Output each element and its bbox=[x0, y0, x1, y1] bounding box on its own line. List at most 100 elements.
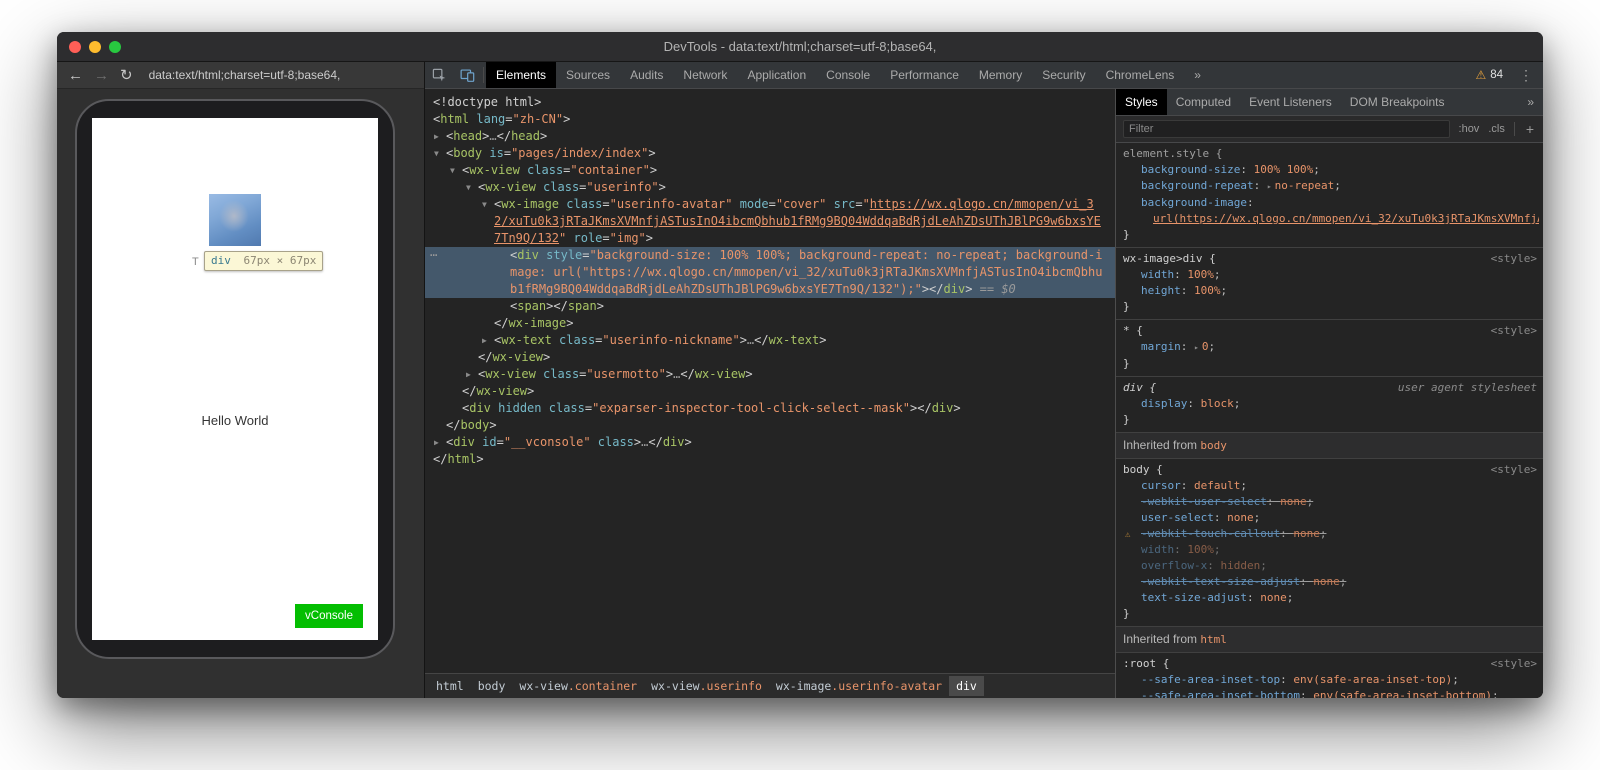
tab-console[interactable]: Console bbox=[816, 62, 880, 88]
breadcrumb-item-wx-image-userinfo-avatar[interactable]: wx-image.userinfo-avatar bbox=[769, 676, 949, 696]
tab-security[interactable]: Security bbox=[1032, 62, 1095, 88]
style-property[interactable]: height: 100%; bbox=[1123, 283, 1539, 299]
zoom-window-button[interactable] bbox=[109, 41, 121, 53]
rule-selector[interactable]: wx-image>div { bbox=[1123, 251, 1539, 267]
vconsole-button[interactable]: vConsole bbox=[295, 604, 363, 628]
tab-memory[interactable]: Memory bbox=[969, 62, 1032, 88]
expand-arrow-icon[interactable]: ▶ bbox=[434, 128, 439, 145]
style-property[interactable]: -webkit-user-select: none; bbox=[1123, 494, 1539, 510]
collapse-arrow-icon[interactable]: ▼ bbox=[466, 179, 471, 196]
stylesheet-origin-link[interactable]: user agent stylesheet bbox=[1398, 380, 1537, 396]
inspect-element-icon[interactable] bbox=[425, 62, 453, 88]
more-sidebar-tabs-icon[interactable]: » bbox=[1518, 89, 1543, 115]
titlebar[interactable]: DevTools - data:text/html;charset=utf-8;… bbox=[57, 32, 1543, 62]
device-screen[interactable]: T div 67px × 67px Hello World vConsole bbox=[92, 118, 378, 640]
dom-tree-line[interactable]: </wx-image> bbox=[425, 315, 1115, 332]
address-url[interactable]: data:text/html;charset=utf-8;base64, bbox=[149, 68, 341, 82]
dom-tree-line[interactable]: <div hidden class="exparser-inspector-to… bbox=[425, 400, 1115, 417]
stylesheet-origin-link[interactable]: <style> bbox=[1491, 251, 1537, 267]
dom-tree-line[interactable]: <span></span> bbox=[425, 298, 1115, 315]
warnings-badge[interactable]: ⚠ 84 bbox=[1475, 68, 1503, 82]
toggle-element-classes-button[interactable]: .cls bbox=[1488, 123, 1505, 135]
dom-tree-line[interactable]: </wx-view> bbox=[425, 383, 1115, 400]
dom-tree-line[interactable]: ▼<body is="pages/index/index"> bbox=[425, 145, 1115, 162]
style-property[interactable]: width: 100%; bbox=[1123, 542, 1539, 558]
dom-tree-line[interactable]: <html lang="zh-CN"> bbox=[425, 111, 1115, 128]
breadcrumb-item-html[interactable]: html bbox=[429, 676, 471, 696]
more-tabs-icon[interactable]: » bbox=[1184, 62, 1211, 88]
tab-elements[interactable]: Elements bbox=[486, 62, 556, 88]
dom-tree-line[interactable]: ▶<div id="__vconsole" class>…</div> bbox=[425, 434, 1115, 451]
inherited-from-node-link[interactable]: html bbox=[1200, 633, 1227, 646]
tab-chromelens[interactable]: ChromeLens bbox=[1096, 62, 1185, 88]
dom-tree-line[interactable]: ▼<wx-view class="userinfo"> bbox=[425, 179, 1115, 196]
style-property[interactable]: background-repeat: ▸no-repeat; bbox=[1123, 178, 1539, 195]
style-property[interactable]: background-size: 100% 100%; bbox=[1123, 162, 1539, 178]
stylesheet-origin-link[interactable]: <style> bbox=[1491, 323, 1537, 339]
close-window-button[interactable] bbox=[69, 41, 81, 53]
dom-tree-line[interactable]: </html> bbox=[425, 451, 1115, 468]
collapse-arrow-icon[interactable]: ▼ bbox=[482, 196, 487, 213]
more-options-icon[interactable]: ⋮ bbox=[1519, 67, 1533, 84]
node-menu-icon[interactable]: ⋯ bbox=[430, 247, 437, 264]
style-property[interactable]: cursor: default; bbox=[1123, 478, 1539, 494]
expand-value-icon[interactable]: ▸ bbox=[1194, 343, 1199, 352]
tab-network[interactable]: Network bbox=[673, 62, 737, 88]
style-property[interactable]: ⚠-webkit-touch-callout: none; bbox=[1123, 526, 1539, 542]
style-property[interactable]: width: 100%; bbox=[1123, 267, 1539, 283]
style-property[interactable]: user-select: none; bbox=[1123, 510, 1539, 526]
back-button[interactable]: ← bbox=[68, 68, 83, 83]
style-property[interactable]: display: block; bbox=[1123, 396, 1539, 412]
expand-value-icon[interactable]: ▸ bbox=[1267, 182, 1272, 191]
breadcrumb-item-div[interactable]: div bbox=[949, 676, 984, 696]
reload-button[interactable]: ↻ bbox=[120, 68, 133, 83]
tab-computed[interactable]: Computed bbox=[1167, 89, 1240, 115]
property-value-link[interactable]: url(https://wx.qlogo.cn/mmopen/vi_32/xuT… bbox=[1153, 212, 1539, 225]
dom-tree-line[interactable]: </body> bbox=[425, 417, 1115, 434]
rule-selector[interactable]: :root { bbox=[1123, 656, 1539, 672]
style-property[interactable]: --safe-area-inset-top: env(safe-area-ins… bbox=[1123, 672, 1539, 688]
dom-tree-line[interactable]: ▼<wx-view class="container"> bbox=[425, 162, 1115, 179]
rule-selector[interactable]: body { bbox=[1123, 462, 1539, 478]
tab-application[interactable]: Application bbox=[737, 62, 816, 88]
device-toolbar-icon[interactable] bbox=[453, 62, 481, 88]
dom-tree-line[interactable]: ▶<head>…</head> bbox=[425, 128, 1115, 145]
tab-performance[interactable]: Performance bbox=[880, 62, 969, 88]
new-style-rule-button[interactable]: + bbox=[1524, 121, 1536, 137]
forward-button[interactable]: → bbox=[94, 68, 109, 83]
rule-selector[interactable]: element.style { bbox=[1123, 146, 1539, 162]
breadcrumb-item-wx-view-container[interactable]: wx-view.container bbox=[512, 676, 644, 696]
dom-tree-line[interactable]: ▶<wx-view class="usermotto">…</wx-view> bbox=[425, 366, 1115, 383]
tab-event-listeners[interactable]: Event Listeners bbox=[1240, 89, 1341, 115]
dom-tree-line[interactable]: ▼<wx-image class="userinfo-avatar" mode=… bbox=[425, 196, 1115, 247]
styles-filter-input[interactable] bbox=[1123, 120, 1450, 138]
minimize-window-button[interactable] bbox=[89, 41, 101, 53]
stylesheet-origin-link[interactable]: <style> bbox=[1491, 462, 1537, 478]
inherited-from-node-link[interactable]: body bbox=[1200, 439, 1227, 452]
toggle-hover-state-button[interactable]: :hov bbox=[1459, 123, 1480, 135]
breadcrumb-item-body[interactable]: body bbox=[471, 676, 513, 696]
dom-tree-line[interactable]: ⋯<div style="background-size: 100% 100%;… bbox=[425, 247, 1115, 298]
dom-tree-line[interactable]: </wx-view> bbox=[425, 349, 1115, 366]
tab-styles[interactable]: Styles bbox=[1116, 89, 1167, 115]
avatar-image[interactable] bbox=[209, 194, 261, 246]
expand-arrow-icon[interactable]: ▶ bbox=[466, 366, 471, 383]
dom-tree-line[interactable]: <!doctype html> bbox=[425, 94, 1115, 111]
style-property[interactable]: margin: ▸0; bbox=[1123, 339, 1539, 356]
collapse-arrow-icon[interactable]: ▼ bbox=[434, 145, 439, 162]
expand-arrow-icon[interactable]: ▶ bbox=[482, 332, 487, 349]
style-property[interactable]: --safe-area-inset-bottom: env(safe-area-… bbox=[1123, 688, 1539, 698]
stylesheet-origin-link[interactable]: <style> bbox=[1491, 656, 1537, 672]
collapse-arrow-icon[interactable]: ▼ bbox=[450, 162, 455, 179]
style-property[interactable]: text-size-adjust: none; bbox=[1123, 590, 1539, 606]
tab-dom-breakpoints[interactable]: DOM Breakpoints bbox=[1341, 89, 1454, 115]
rule-selector[interactable]: * { bbox=[1123, 323, 1539, 339]
breadcrumb-item-wx-view-userinfo[interactable]: wx-view.userinfo bbox=[644, 676, 769, 696]
style-property[interactable]: background-image: bbox=[1123, 195, 1539, 211]
tab-audits[interactable]: Audits bbox=[620, 62, 673, 88]
style-property[interactable]: -webkit-text-size-adjust: none; bbox=[1123, 574, 1539, 590]
tab-sources[interactable]: Sources bbox=[556, 62, 620, 88]
expand-arrow-icon[interactable]: ▶ bbox=[434, 434, 439, 451]
style-property[interactable]: overflow-x: hidden; bbox=[1123, 558, 1539, 574]
dom-tree-line[interactable]: ▶<wx-text class="userinfo-nickname">…</w… bbox=[425, 332, 1115, 349]
